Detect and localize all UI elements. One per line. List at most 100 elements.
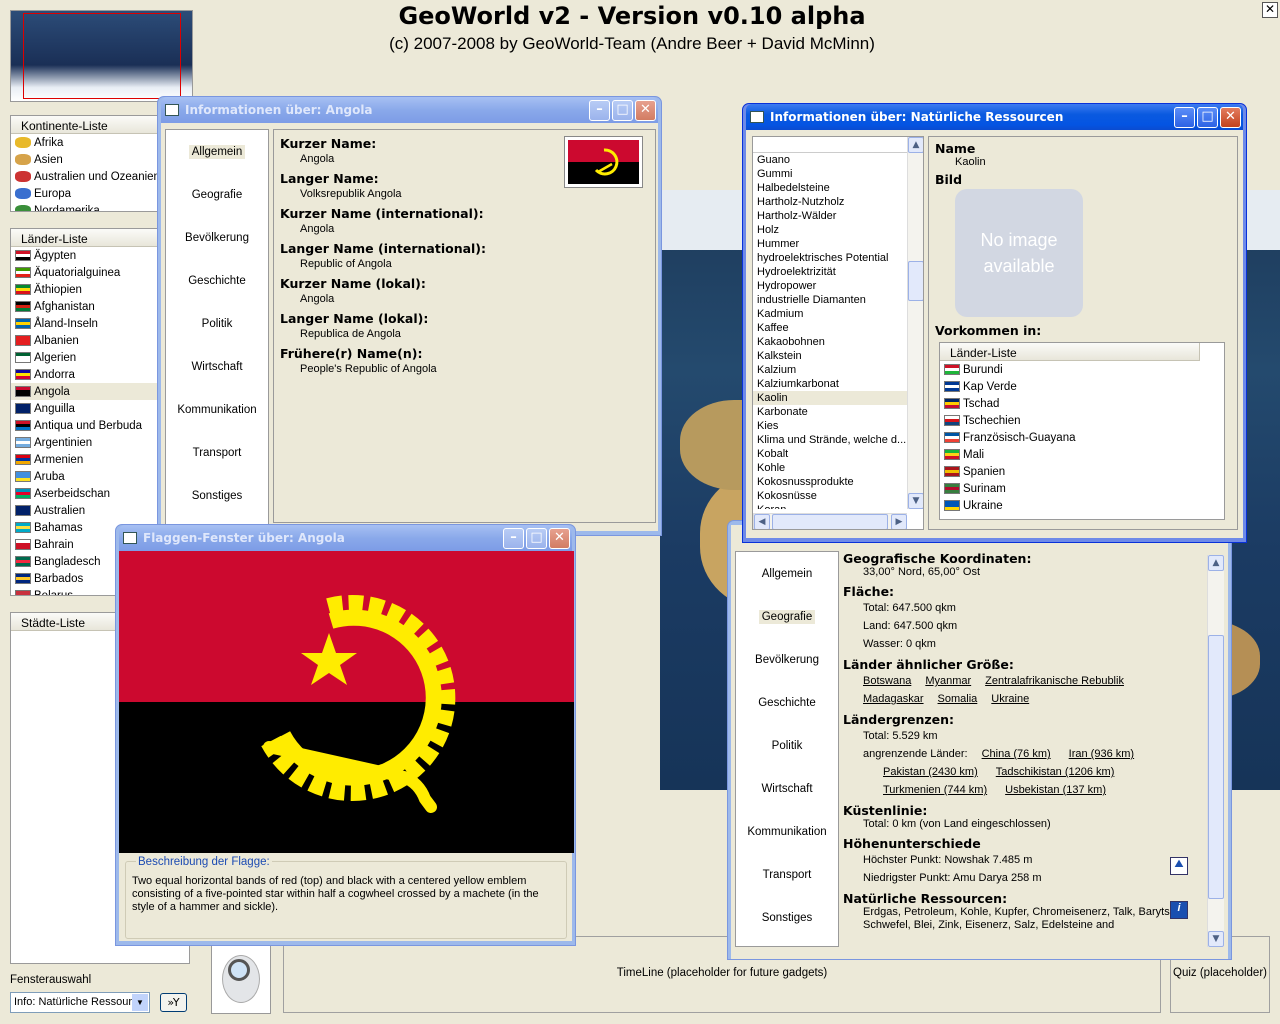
similar-country-link[interactable]: Zentralafrikanische Rebublik	[985, 672, 1124, 690]
occurs-country-item[interactable]: Kap Verde	[940, 378, 1224, 395]
neighbor-country-link[interactable]: Turkmenien (744 km)	[883, 781, 987, 799]
neighbor-country-link[interactable]: Usbekistan (137 km)	[1005, 781, 1106, 799]
resource-item[interactable]: Kohle	[753, 461, 907, 475]
resource-item[interactable]: hydroelektrisches Potential	[753, 251, 907, 265]
similar-country-link[interactable]: Madagaskar	[863, 690, 924, 708]
geography-window[interactable]: Allgemein Geografie Bevölkerung Geschichte P…	[727, 520, 1232, 960]
resources-titlebar[interactable]: Informationen über: Natürliche Ressource…	[746, 104, 1243, 130]
country-item[interactable]: Ägypten	[11, 247, 159, 264]
country-item[interactable]: Andorra	[11, 366, 159, 383]
flag-titlebar[interactable]: Flaggen-Fenster über: Angola – □ ✕	[119, 525, 572, 551]
scroll-thumb[interactable]	[908, 261, 923, 301]
similar-country-link[interactable]: Myanmar	[925, 672, 971, 690]
hscroll-thumb[interactable]	[772, 514, 888, 529]
resource-item[interactable]: Kokosnussprodukte	[753, 475, 907, 489]
continent-item[interactable]: Nordamerika	[11, 202, 159, 211]
resource-item[interactable]: industrielle Diamanten	[753, 293, 907, 307]
nav-tab-item[interactable]: Bevölkerung	[736, 638, 838, 681]
scroll-left-icon[interactable]: ◀	[754, 514, 770, 529]
maximize-button[interactable]: □	[612, 99, 633, 121]
window-select-dropdown[interactable]: Info: Natürliche Ressourc ▼	[10, 992, 150, 1013]
scroll-up-icon[interactable]: ▲	[908, 137, 923, 153]
scroll-thumb[interactable]	[1208, 635, 1224, 899]
country-item[interactable]: Algerien	[11, 349, 159, 366]
resource-item[interactable]: Kaffee	[753, 321, 907, 335]
minimize-button[interactable]: –	[503, 527, 524, 549]
maximize-button[interactable]: □	[1197, 106, 1218, 128]
resource-item[interactable]: Guano	[753, 153, 907, 167]
resource-item[interactable]: Klima und Strände, welche d...	[753, 433, 907, 447]
country-item[interactable]: Åland-Inseln	[11, 315, 159, 332]
nav-tab-item[interactable]: Transport	[166, 431, 268, 474]
chevron-down-icon[interactable]: ▼	[132, 994, 148, 1011]
resource-item[interactable]: Kalzium	[753, 363, 907, 377]
nav-tab-item[interactable]: Geografie	[736, 595, 838, 638]
angola-flag-thumbnail[interactable]	[564, 136, 643, 188]
minimize-button[interactable]: –	[589, 99, 610, 121]
occurs-country-item[interactable]: Burundi	[940, 361, 1224, 378]
nav-tab-item[interactable]: Geschichte	[166, 259, 268, 302]
continents-header[interactable]: Kontinente-Liste	[11, 116, 159, 134]
close-app-button[interactable]: ✕	[1262, 2, 1278, 18]
resource-item[interactable]: Hummer	[753, 237, 907, 251]
minimize-button[interactable]: –	[1174, 106, 1195, 128]
similar-country-link[interactable]: Botswana	[863, 672, 911, 690]
country-item[interactable]: Albanien	[11, 332, 159, 349]
nav-tab-item[interactable]: Sonstiges	[736, 896, 838, 939]
nav-tab-item[interactable]: Wirtschaft	[166, 345, 268, 388]
close-button[interactable]: ✕	[1220, 106, 1241, 128]
minimap-viewport[interactable]	[23, 13, 181, 99]
scroll-up-icon[interactable]: ▲	[1208, 555, 1224, 571]
nav-tab-item[interactable]: Allgemein	[166, 130, 268, 173]
angola-info-titlebar[interactable]: Informationen über: Angola – □ ✕	[161, 97, 658, 123]
country-item[interactable]: Angola	[11, 383, 159, 400]
nav-tab-item[interactable]: Geografie	[166, 173, 268, 216]
country-item[interactable]: Aruba	[11, 468, 159, 485]
angola-nav[interactable]: Allgemein Geografie Bevölkerung Geschichte P…	[165, 129, 269, 525]
info-icon[interactable]: i	[1170, 901, 1188, 919]
similar-country-link[interactable]: Ukraine	[991, 690, 1029, 708]
nav-tab-item[interactable]: Kommunikation	[166, 388, 268, 431]
country-item[interactable]: Antiqua und Berbuda	[11, 417, 159, 434]
continent-item[interactable]: Australien und Ozeanien	[11, 168, 159, 185]
resource-item[interactable]: Kalziumkarbonat	[753, 377, 907, 391]
nav-tab-item[interactable]: Allgemein	[736, 552, 838, 595]
country-item[interactable]: Australien	[11, 502, 159, 519]
resource-item[interactable]: Kakaobohnen	[753, 335, 907, 349]
occurs-country-item[interactable]: Spanien	[940, 463, 1224, 480]
resources-hscroll[interactable]: ◀ ▶	[753, 513, 907, 529]
occurs-country-item[interactable]: Tschechien	[940, 412, 1224, 429]
resource-item[interactable]: Kalkstein	[753, 349, 907, 363]
occurs-country-item[interactable]: Tschad	[940, 395, 1224, 412]
resource-item[interactable]: Kadmium	[753, 307, 907, 321]
resource-item[interactable]: Kaolin	[753, 391, 907, 405]
country-item[interactable]: Armenien	[11, 451, 159, 468]
country-item[interactable]: Argentinien	[11, 434, 159, 451]
resource-item[interactable]: Koran	[753, 503, 907, 509]
nav-tab-item[interactable]: Geschichte	[736, 681, 838, 724]
resource-item[interactable]: Kobalt	[753, 447, 907, 461]
angola-info-window[interactable]: Informationen über: Angola – □ ✕ Allgemein G…	[157, 96, 662, 536]
resources-list[interactable]: Guano Gummi Halbedelsteine Hartholz-Nutzhol…	[752, 136, 924, 530]
geography-scrollbar[interactable]: ▲ ▼	[1207, 555, 1224, 947]
close-button[interactable]: ✕	[635, 99, 656, 121]
scroll-down-icon[interactable]: ▼	[908, 493, 923, 509]
neighbor-country-link[interactable]: Tadschikistan (1206 km)	[996, 763, 1115, 781]
nav-tab-item[interactable]: Transport	[736, 853, 838, 896]
neighbor-country-link[interactable]: Pakistan (2430 km)	[883, 763, 978, 781]
resource-item[interactable]: Hydropower	[753, 279, 907, 293]
maximize-button[interactable]: □	[526, 527, 547, 549]
resource-item[interactable]: Halbedelsteine	[753, 181, 907, 195]
country-item[interactable]: Afghanistan	[11, 298, 159, 315]
continent-item[interactable]: Afrika	[11, 134, 159, 151]
neighbor-country-link[interactable]: China (76 km)	[982, 745, 1051, 763]
resource-item[interactable]: Holz	[753, 223, 907, 237]
scroll-right-icon[interactable]: ▶	[891, 514, 907, 529]
continent-item[interactable]: Asien	[11, 151, 159, 168]
country-item[interactable]: Aserbeidschan	[11, 485, 159, 502]
nav-tab-item[interactable]: Kommunikation	[736, 810, 838, 853]
resources-list-header[interactable]	[753, 137, 923, 153]
resources-vscroll[interactable]: ▲ ▼	[907, 137, 923, 509]
resource-item[interactable]: Hartholz-Wälder	[753, 209, 907, 223]
nav-tab-item[interactable]: Sonstiges	[166, 474, 268, 517]
